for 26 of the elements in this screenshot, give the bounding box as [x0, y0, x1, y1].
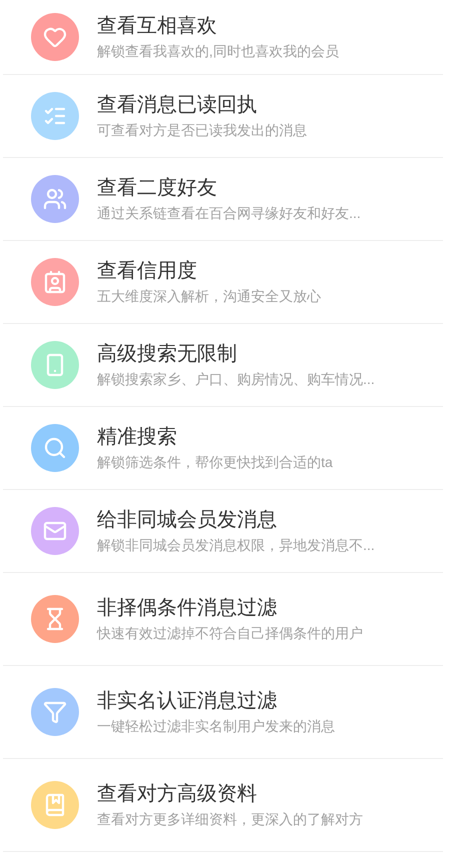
feature-title: 查看对方高级资料: [97, 782, 258, 807]
feature-title: 非择偶条件消息过滤: [97, 596, 278, 621]
feature-description: 解锁非同城会员发消息权限，异地发消息不...: [97, 536, 375, 555]
users-icon: [43, 187, 67, 211]
filter-icon: [43, 700, 67, 724]
feature-description: 解锁搜索家乡、户口、购房情况、购车情况...: [97, 370, 375, 389]
feature-description: 解锁查看我喜欢的,同时也喜欢我的会员: [97, 42, 339, 61]
search-icon: [43, 436, 67, 460]
feature-title: 非实名认证消息过滤: [97, 689, 278, 714]
feature-description: 可查看对方是否已读我发出的消息: [97, 121, 307, 140]
feature-title: 查看互相喜欢: [97, 14, 218, 39]
feature-description: 一键轻松过滤非实名制用户发来的消息: [97, 717, 335, 736]
feature-title: 给非同城会员发消息: [97, 508, 278, 533]
feature-title: 查看二度好友: [97, 176, 218, 201]
envelope-icon: [43, 519, 67, 543]
feature-description: 快速有效过滤掉不符合自己择偶条件的用户: [97, 624, 363, 643]
book-icon: [43, 793, 67, 817]
feature-description: 解锁筛选条件，帮你更快找到合适的ta: [97, 453, 333, 472]
feature-description: 五大维度深入解析，沟通安全又放心: [97, 287, 321, 306]
feature-description: 通过关系链查看在百合网寻缘好友和好友...: [97, 204, 361, 223]
feature-title: 精准搜索: [97, 425, 178, 450]
feature-title: 查看信用度: [97, 259, 198, 284]
feature-title: 查看消息已读回执: [97, 93, 258, 118]
id-card-icon: [43, 270, 67, 294]
feature-title: 高级搜索无限制: [97, 342, 238, 367]
feature-description: 查看对方更多详细资料，更深入的了解对方: [97, 810, 363, 829]
